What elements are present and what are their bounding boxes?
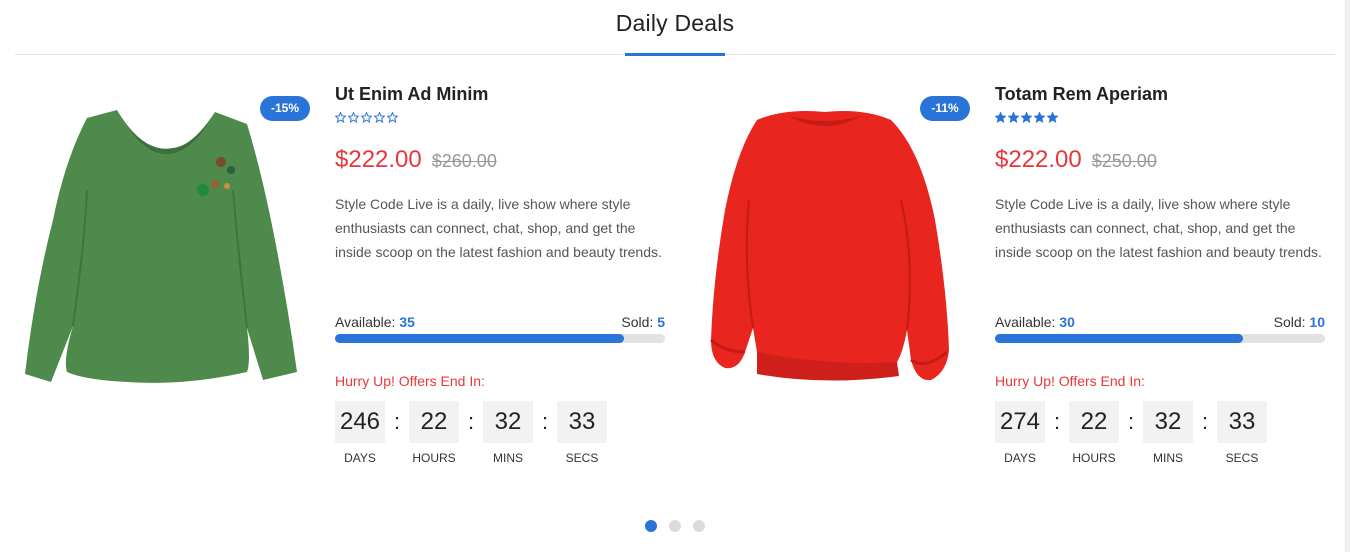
countdown-separator: : (1053, 409, 1061, 434)
countdown-secs-label: SECS (565, 451, 599, 465)
sold-count: Sold: 5 (621, 314, 665, 332)
discount-badge: -11% (920, 96, 970, 121)
available-label: Available: (335, 314, 396, 330)
stock-progress-fill (995, 334, 1243, 343)
available-count: Available: 35 (335, 314, 415, 332)
countdown-secs-label: SECS (1225, 451, 1259, 465)
star-filled-icon (1008, 112, 1019, 123)
countdown-hours: 22 (409, 401, 459, 443)
star-filled-icon (1047, 112, 1058, 123)
countdown-days: 246 (335, 401, 385, 443)
product-description: Style Code Live is a daily, live show wh… (335, 196, 662, 260)
scrollbar-edge (1345, 0, 1350, 552)
stock-progress-bar (995, 334, 1325, 343)
countdown-days: 274 (995, 401, 1045, 443)
discount-badge: -15% (260, 96, 310, 121)
countdown-days-label: DAYS (344, 451, 376, 465)
countdown-secs: 33 (557, 401, 607, 443)
star-filled-icon (1034, 112, 1045, 123)
offer-ends-label: Hurry Up! Offers End In: (995, 373, 1145, 389)
stock-progress-bar (335, 334, 665, 343)
star-rating (335, 112, 665, 128)
countdown-separator: : (467, 409, 475, 434)
countdown-separator: : (1201, 409, 1209, 434)
product-image-red-sweater[interactable] (685, 90, 960, 390)
countdown-timer: 274 : 22 : 32 : 33 (995, 401, 1325, 443)
available-label: Available: (995, 314, 1056, 330)
product-name[interactable]: Totam Rem Aperiam (995, 84, 1325, 106)
countdown-mins: 32 (483, 401, 533, 443)
star-empty-icon (387, 112, 398, 123)
available-value: 35 (399, 314, 415, 330)
deal-card: -15% Ut Enim Ad Minim $222.00 $260.00 St… (15, 80, 675, 500)
carousel-pagination (645, 520, 705, 532)
countdown-separator: : (393, 409, 401, 434)
countdown-mins-label: MINS (493, 451, 523, 465)
countdown-days-label: DAYS (1004, 451, 1036, 465)
sale-price: $222.00 (335, 146, 422, 173)
title-accent-bar (625, 53, 725, 56)
sold-count: Sold: 10 (1274, 314, 1325, 332)
star-empty-icon (361, 112, 372, 123)
original-price: $250.00 (1091, 151, 1157, 171)
countdown-mins-label: MINS (1153, 451, 1183, 465)
offer-ends-label: Hurry Up! Offers End In: (335, 373, 485, 389)
carousel-dot[interactable] (693, 520, 705, 532)
available-count: Available: 30 (995, 314, 1075, 332)
sold-label: Sold: (1273, 314, 1306, 330)
star-filled-icon (995, 112, 1006, 123)
sold-value: 10 (1309, 314, 1325, 330)
deal-card: -11% Totam Rem Aperiam $222.00 $250.00 S… (675, 80, 1335, 500)
countdown-hours-label: HOURS (1072, 451, 1116, 465)
sold-value: 5 (657, 314, 665, 330)
stock-progress-fill (335, 334, 624, 343)
product-name[interactable]: Ut Enim Ad Minim (335, 84, 665, 106)
countdown-mins: 32 (1143, 401, 1193, 443)
countdown-secs: 33 (1217, 401, 1267, 443)
countdown-hours: 22 (1069, 401, 1119, 443)
section-title: Daily Deals (615, 10, 735, 36)
sold-label: Sold: (621, 314, 654, 330)
carousel-dot[interactable] (669, 520, 681, 532)
carousel-dot[interactable] (645, 520, 657, 532)
star-filled-icon (1021, 112, 1032, 123)
star-empty-icon (374, 112, 385, 123)
sale-price: $222.00 (995, 146, 1082, 173)
star-rating (995, 112, 1325, 128)
star-empty-icon (335, 112, 346, 123)
countdown-separator: : (1127, 409, 1135, 434)
countdown-separator: : (541, 409, 549, 434)
product-description: Style Code Live is a daily, live show wh… (995, 196, 1322, 260)
original-price: $260.00 (431, 151, 497, 171)
countdown-hours-label: HOURS (412, 451, 456, 465)
countdown-timer: 246 : 22 : 32 : 33 (335, 401, 665, 443)
star-empty-icon (348, 112, 359, 123)
available-value: 30 (1059, 314, 1075, 330)
product-image-green-sweater[interactable] (25, 90, 300, 390)
